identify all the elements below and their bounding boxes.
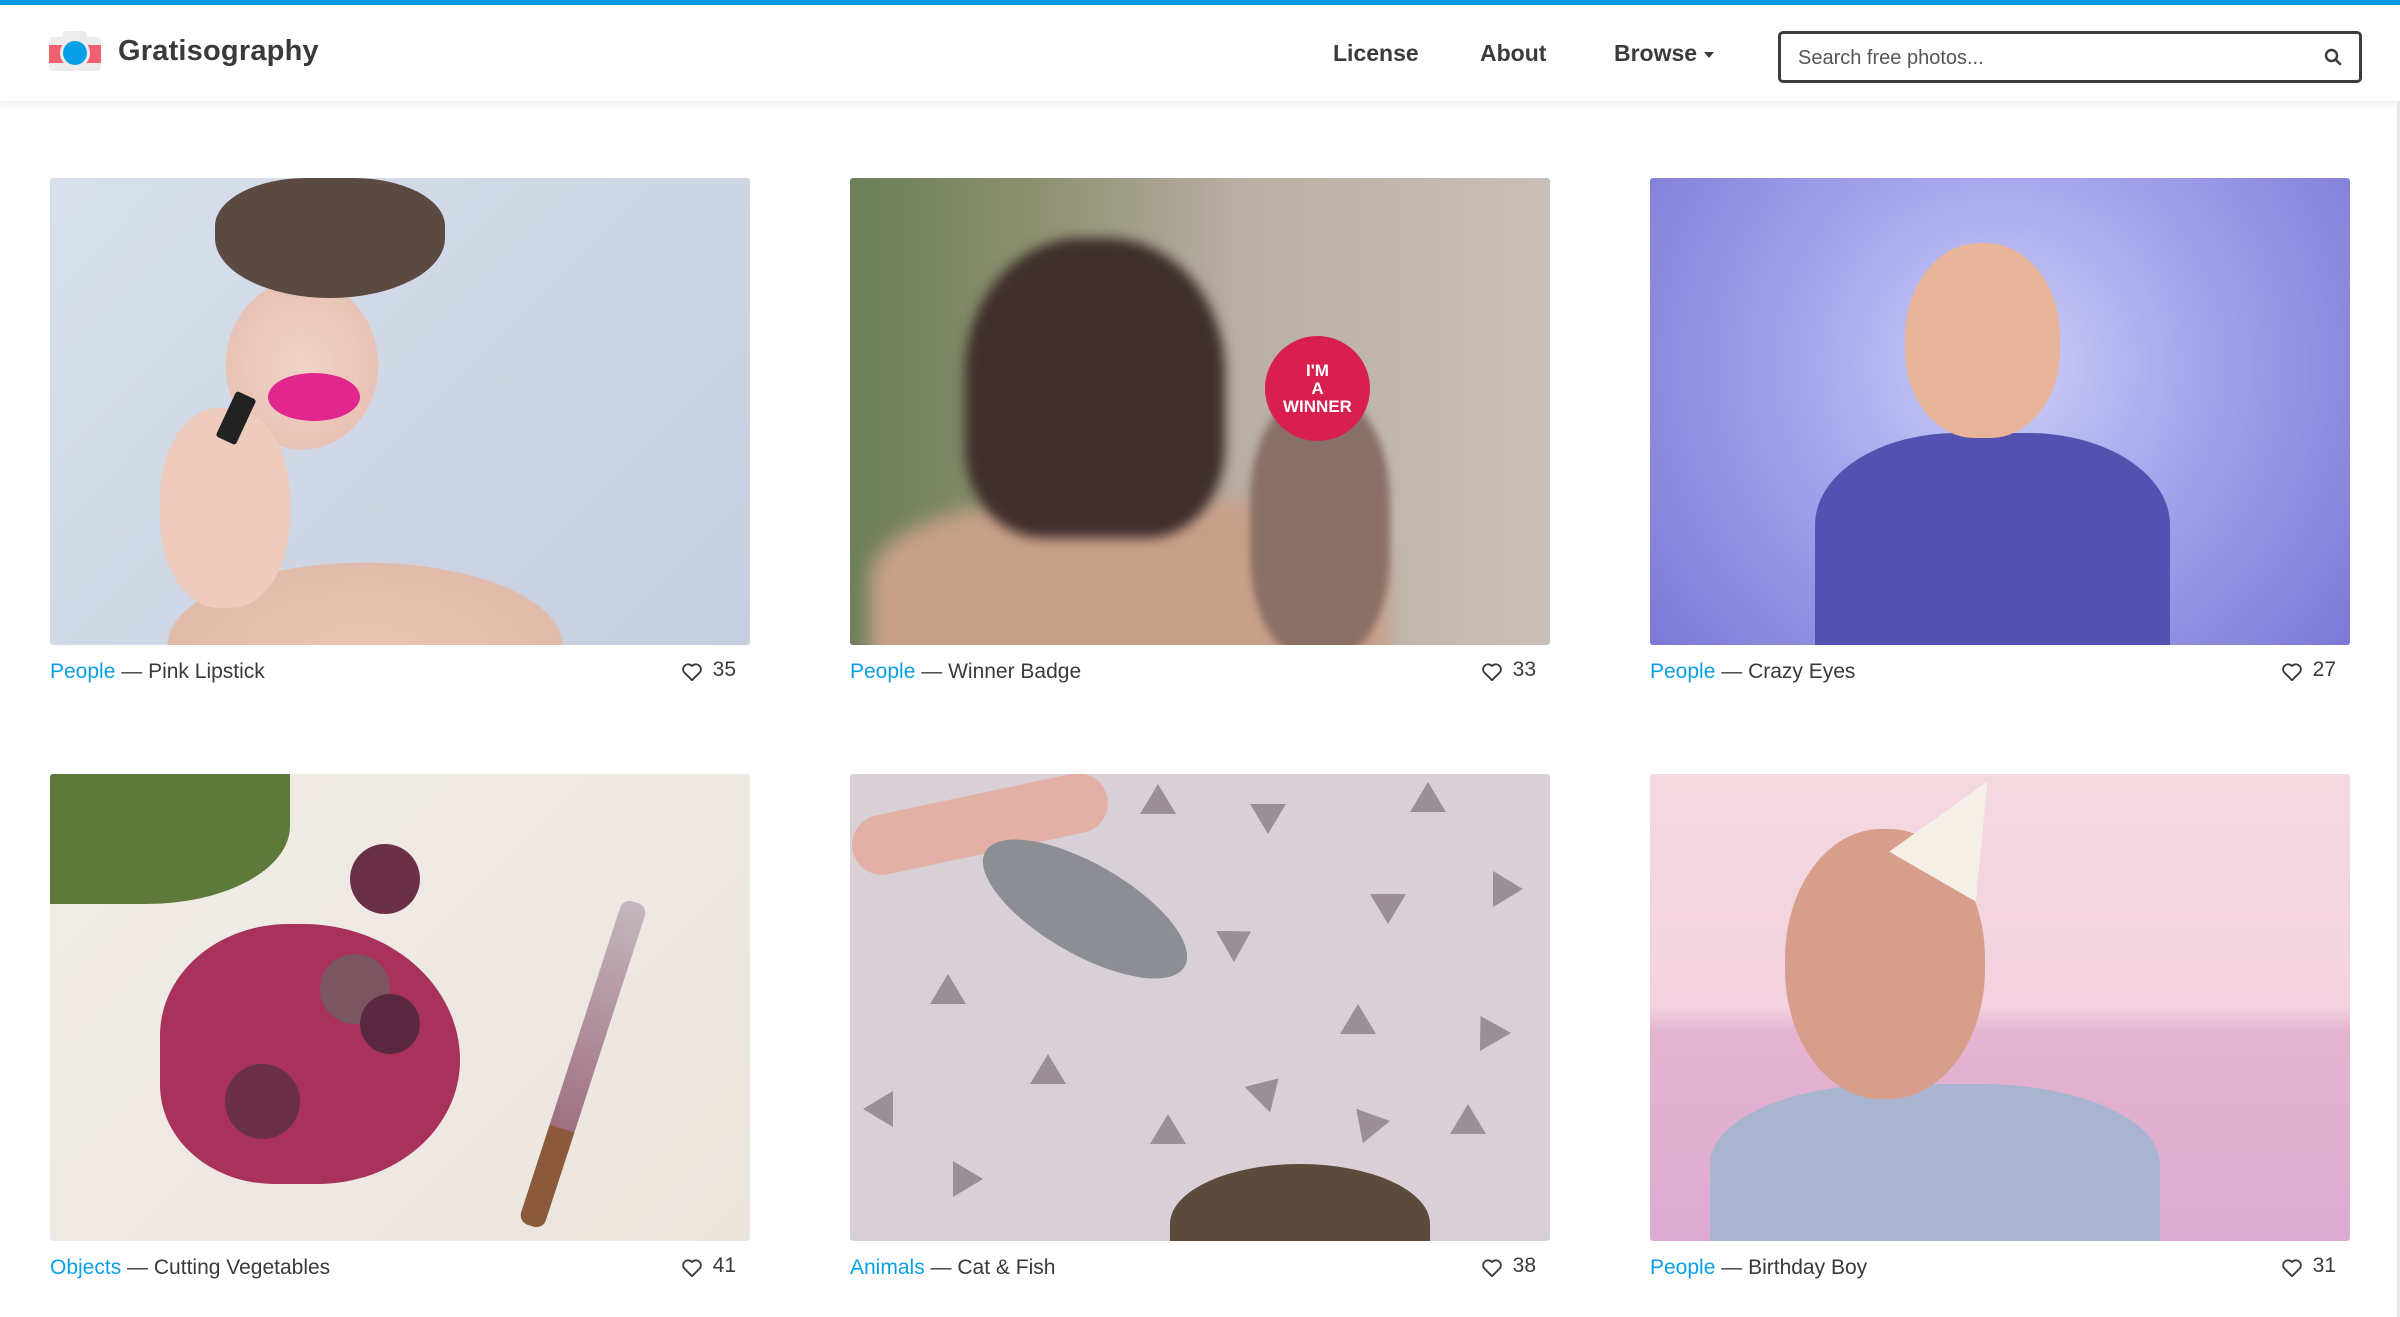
category-link[interactable]: People [1650,660,1715,683]
photo-caption: People — Birthday Boy [1650,1256,2350,1286]
nav-license[interactable]: License [1333,40,1419,67]
camera-icon [49,31,101,71]
photo-thumbnail[interactable]: I'M A WINNER [850,178,1550,645]
photo-title[interactable]: Cutting Vegetables [154,1256,330,1279]
heart-icon [2281,662,2302,681]
heart-icon [1481,1258,1502,1277]
photo-thumbnail[interactable] [1650,178,2350,645]
winner-badge: I'M A WINNER [1265,336,1370,441]
category-link[interactable]: People [50,660,115,683]
like-count: 35 [712,658,736,681]
photo-thumbnail[interactable] [1650,774,2350,1241]
heart-icon [681,1258,702,1277]
caption-separator: — [1721,660,1749,683]
photo-title[interactable]: Crazy Eyes [1748,660,1855,683]
photo-title[interactable]: Pink Lipstick [148,660,265,683]
photo-caption: People — Crazy Eyes [1650,660,2350,690]
like-count: 38 [1512,1254,1536,1277]
nav-about[interactable]: About [1480,40,1546,67]
like-count: 31 [2312,1254,2336,1277]
photo-title[interactable]: Cat & Fish [957,1256,1055,1279]
like-button[interactable]: 38 [1481,1254,1536,1278]
category-link[interactable]: Objects [50,1256,121,1279]
photo-caption: Animals — Cat & Fish [850,1256,1550,1286]
like-count: 27 [2312,658,2336,681]
photo-thumbnail[interactable] [850,774,1550,1241]
caret-down-icon [1704,51,1715,58]
caption-separator: — [121,660,149,683]
like-button[interactable]: 41 [681,1254,736,1278]
caption-separator: — [921,660,949,683]
nav-browse-label: Browse [1614,40,1698,66]
caption-separator: — [930,1256,958,1279]
photo-caption: Objects — Cutting Vegetables [50,1256,750,1286]
heart-icon [681,662,702,681]
photo-caption: People — Pink Lipstick [50,660,750,690]
brand-name: Gratisography [118,34,319,67]
like-button[interactable]: 33 [1481,658,1536,682]
like-count: 33 [1512,658,1536,681]
photo-thumbnail[interactable] [50,774,750,1241]
like-button[interactable]: 31 [2281,1254,2336,1278]
nav-browse[interactable]: Browse [1614,40,1715,67]
like-button[interactable]: 27 [2281,658,2336,682]
heart-icon [2281,1258,2302,1277]
site-header: Gratisography License About Browse [0,5,2400,102]
category-link[interactable]: People [850,660,915,683]
search-input[interactable] [1798,44,2298,72]
like-button[interactable]: 35 [681,658,736,682]
photo-thumbnail[interactable] [50,178,750,645]
search-icon[interactable] [2324,48,2342,66]
category-link[interactable]: Animals [850,1256,925,1279]
caption-separator: — [1721,1256,1749,1279]
like-count: 41 [712,1254,736,1277]
heart-icon [1481,662,1502,681]
photo-title[interactable]: Winner Badge [948,660,1081,683]
search-box [1778,31,2362,83]
caption-separator: — [127,1256,154,1279]
photo-title[interactable]: Birthday Boy [1748,1256,1867,1279]
site-logo[interactable]: Gratisography [49,31,319,71]
category-link[interactable]: People [1650,1256,1715,1279]
photo-caption: People — Winner Badge [850,660,1550,690]
